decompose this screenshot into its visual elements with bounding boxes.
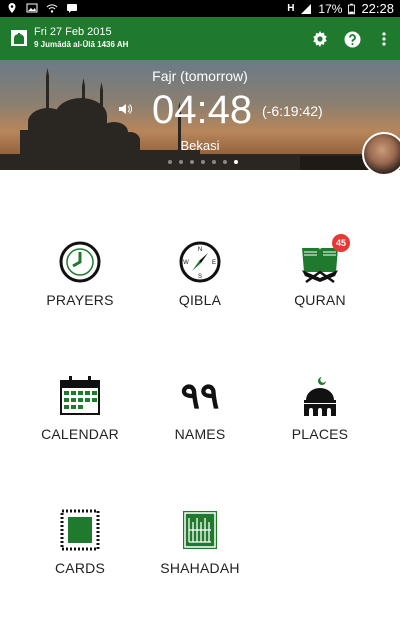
network-h-icon: H [287, 3, 295, 14]
time-remaining: (-6:19:42) [262, 103, 323, 119]
svg-text:S: S [198, 274, 202, 280]
page-dot [168, 160, 172, 164]
settings-button[interactable] [309, 28, 331, 50]
menu-prayers-label: PRAYERS [46, 292, 114, 308]
menu-names-label: NAMES [174, 426, 226, 442]
page-dot [223, 160, 227, 164]
signal-icon [301, 3, 312, 14]
menu-cards-label: CARDS [54, 560, 105, 576]
shahadah-calligraphy-icon [183, 511, 217, 549]
card-icon [60, 509, 100, 551]
help-icon [344, 31, 360, 47]
page-dot-active [234, 160, 238, 164]
menu-shahadah[interactable]: SHAHADAH [135, 508, 265, 576]
speaker-icon[interactable] [118, 102, 132, 116]
menu-qibla-label: QIBLA [178, 292, 222, 308]
menu-calendar-label: CALENDAR [41, 426, 119, 442]
chat-icon [67, 4, 77, 13]
menu-quran-label: QURAN [294, 292, 346, 308]
compass-icon: N S W E [179, 241, 221, 283]
gear-icon [313, 31, 327, 47]
app-bar: Fri 27 Feb 2015 9 Jumādā al-Ūlā 1436 AH [0, 17, 400, 60]
menu-shahadah-label: SHAHADAH [160, 560, 240, 576]
menu-places-label: PLACES [291, 426, 349, 442]
gregorian-date: Fri 27 Feb 2015 [34, 26, 112, 38]
battery-percent: 17% [318, 1, 343, 16]
image-icon [26, 3, 38, 13]
next-prayer-name: Fajr (tomorrow) [152, 68, 248, 84]
prayer-time-banner[interactable]: Fajr (tomorrow) 04:48 (-6:19:42) Bekasi [0, 60, 400, 170]
page-dot [201, 160, 205, 164]
next-prayer-time: 04:48 [152, 88, 253, 132]
quran-badge: 45 [332, 234, 350, 252]
status-bar: H 17% 22:28 [0, 0, 400, 17]
hijri-date: 9 Jumādā al-Ūlā 1436 AH [34, 40, 129, 49]
names-ninety-nine-icon: ٩٩ [180, 375, 220, 417]
menu-cards[interactable]: CARDS [15, 508, 145, 576]
app-logo-icon [11, 30, 27, 46]
page-dot [212, 160, 216, 164]
menu-calendar[interactable]: CALENDAR [15, 374, 145, 442]
menu-places[interactable]: PLACES [255, 374, 385, 442]
menu-prayers[interactable]: PRAYERS [15, 240, 145, 308]
location-name: Bekasi [180, 138, 220, 153]
mosque-icon [304, 377, 336, 416]
menu-quran[interactable]: 45 QURAN [255, 234, 385, 308]
page-dot [179, 160, 183, 164]
overflow-menu-button[interactable] [373, 28, 395, 50]
svg-text:E: E [212, 260, 216, 266]
more-vertical-icon [382, 32, 386, 46]
menu-names[interactable]: ٩٩ NAMES [135, 374, 265, 442]
user-avatar[interactable] [362, 132, 400, 176]
page-dot [190, 160, 194, 164]
location-icon [8, 3, 16, 13]
menu-qibla[interactable]: N S W E QIBLA [135, 240, 265, 308]
clock: 22:28 [361, 1, 394, 16]
clock-icon [59, 241, 101, 283]
calendar-icon [60, 376, 100, 415]
battery-icon [348, 3, 356, 14]
svg-text:N: N [198, 247, 202, 253]
wifi-icon [46, 4, 58, 13]
help-button[interactable] [341, 28, 363, 50]
svg-text:W: W [183, 260, 189, 266]
page-indicator [168, 160, 238, 164]
